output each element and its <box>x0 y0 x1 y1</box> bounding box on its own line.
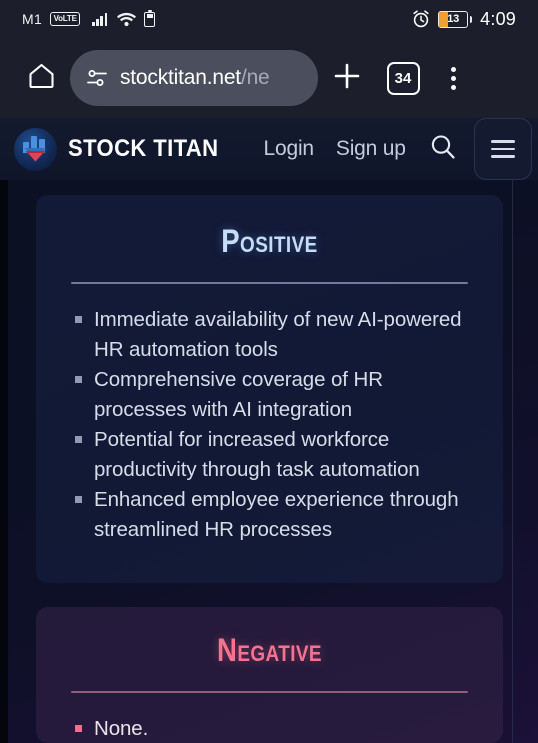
signal-bars-icon <box>92 12 108 26</box>
negative-sentiment-card: Negative None. <box>36 607 503 743</box>
search-icon <box>428 132 458 167</box>
brand-name[interactable]: STOCK TITAN <box>68 135 218 163</box>
address-bar[interactable]: stocktitan.net/ne <box>70 50 318 106</box>
carrier-label: M1 <box>22 11 43 27</box>
site-header: STOCK TITAN Login Sign up <box>0 118 538 180</box>
page-content: Positive Immediate availability of new A… <box>0 180 538 743</box>
battery-percent-label: 13 <box>447 13 460 25</box>
positive-bullet-list: Immediate availability of new AI-powered… <box>36 305 503 544</box>
list-item: Immediate availability of new AI-powered… <box>75 305 481 364</box>
page-settings-icon[interactable] <box>86 68 108 88</box>
negative-card-title: Negative <box>217 632 322 668</box>
page-right-edge-scrollbar[interactable] <box>512 180 538 743</box>
tab-switcher-button[interactable]: 34 <box>376 50 430 106</box>
three-dot-menu-icon <box>450 66 456 72</box>
list-item: None. <box>75 714 481 743</box>
status-bar-right-group: 13 4:09 <box>412 9 516 30</box>
search-button[interactable] <box>426 132 460 166</box>
home-button[interactable] <box>18 55 64 101</box>
status-bar-left-group: M1 VoLTE <box>22 9 156 27</box>
hamburger-menu-button[interactable] <box>473 118 532 180</box>
phone-status-bar: M1 VoLTE 13 4:09 <box>0 0 538 38</box>
battery-indicator: 13 <box>438 10 473 28</box>
volte-badge: VoLTE <box>50 12 81 26</box>
wifi-icon <box>117 12 137 27</box>
positive-sentiment-card: Positive Immediate availability of new A… <box>36 195 503 583</box>
url-domain: stocktitan.net <box>120 66 241 89</box>
clock-label: 4:09 <box>480 8 516 29</box>
list-item: Enhanced employee experience through str… <box>75 485 481 544</box>
browser-toolbar: stocktitan.net/ne 34 <box>0 38 538 118</box>
page-left-edge <box>0 180 8 743</box>
home-icon <box>27 61 56 95</box>
plus-icon <box>332 61 362 96</box>
new-tab-button[interactable] <box>318 50 376 106</box>
alarm-clock-icon <box>412 10 430 28</box>
stock-titan-logo-icon[interactable] <box>14 127 57 171</box>
list-item: Potential for increased workforce produc… <box>75 425 481 484</box>
tab-count-label: 34 <box>386 61 420 95</box>
sim-battery-icon <box>144 9 156 27</box>
url-path: /ne <box>240 66 270 89</box>
hamburger-menu-icon <box>490 140 515 143</box>
negative-card-divider <box>71 691 468 693</box>
negative-bullet-list: None. <box>36 714 503 743</box>
login-link[interactable]: Login <box>264 137 315 161</box>
url-text[interactable]: stocktitan.net/ne <box>120 66 270 90</box>
positive-card-divider <box>71 282 468 284</box>
list-item: Comprehensive coverage of HR processes w… <box>75 365 481 424</box>
positive-card-title: Positive <box>221 223 318 259</box>
browser-overflow-menu-button[interactable] <box>430 50 476 106</box>
signup-link[interactable]: Sign up <box>336 137 406 161</box>
